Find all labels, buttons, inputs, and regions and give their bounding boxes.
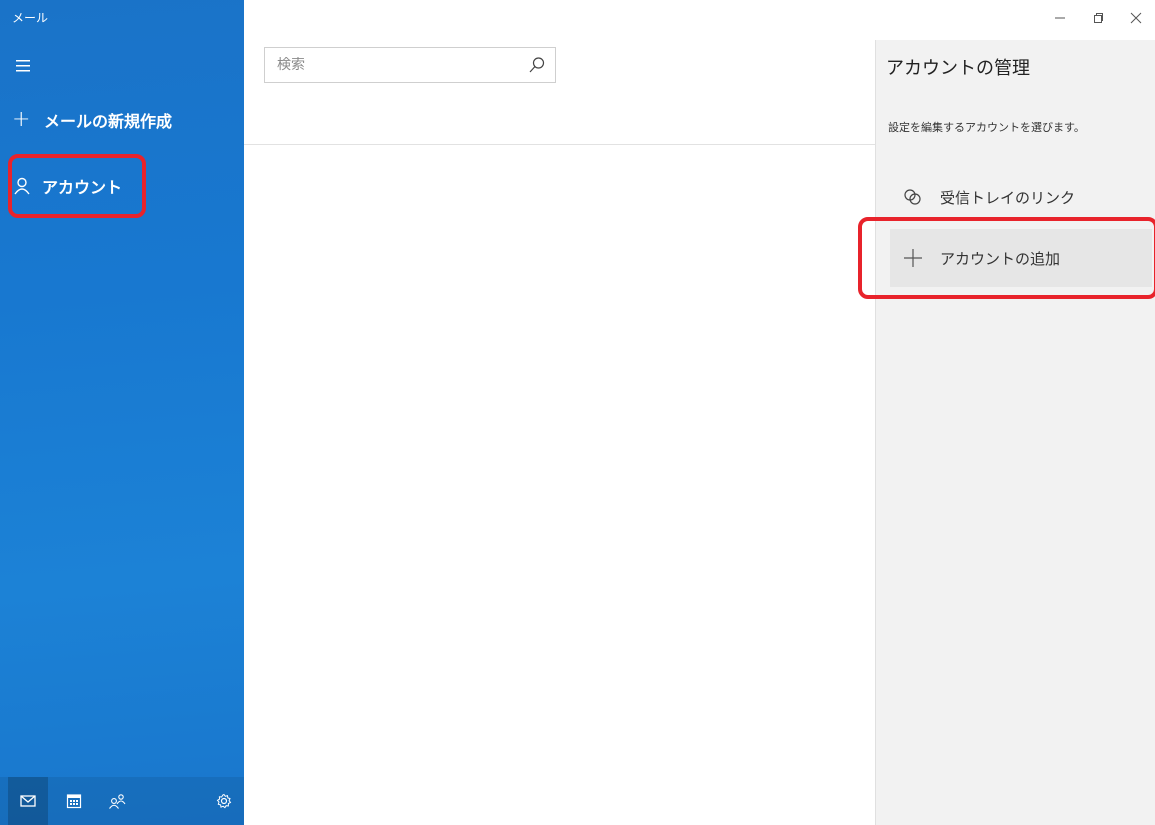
people-icon[interactable] — [98, 777, 138, 825]
app-switcher-bar — [0, 777, 244, 825]
accounts-highlight — [8, 154, 146, 218]
search-icon[interactable] — [527, 55, 547, 75]
new-mail-button[interactable]: + メールの新規作成 — [12, 104, 172, 136]
link-icon — [902, 186, 924, 208]
pane-subtitle: 設定を編集するアカウントを選びます。 — [888, 121, 1085, 134]
pane-title: アカウントの管理 — [886, 58, 1030, 79]
restore-icon[interactable] — [1079, 0, 1117, 36]
gear-icon[interactable] — [204, 777, 244, 825]
app-title: メール — [12, 11, 49, 25]
mail-icon[interactable] — [8, 777, 48, 825]
calendar-icon[interactable] — [54, 777, 94, 825]
plus-icon: + — [12, 107, 31, 132]
window-controls — [1041, 0, 1155, 36]
minimize-icon[interactable] — [1041, 0, 1079, 36]
nav-pane: メール + メールの新規作成 アカウント — [0, 0, 244, 825]
link-inboxes-label: 受信トレイのリンク — [940, 188, 1076, 207]
manage-accounts-pane: アカウントの管理 設定を編集するアカウントを選びます。 受信トレイのリンク アカ… — [875, 40, 1155, 825]
close-icon[interactable] — [1117, 0, 1155, 36]
add-account-highlight — [858, 217, 1155, 299]
new-mail-label: メールの新規作成 — [44, 112, 173, 131]
message-list-pane — [244, 0, 875, 825]
header-divider — [244, 144, 875, 145]
search-box[interactable] — [264, 47, 556, 83]
search-input[interactable] — [265, 57, 515, 73]
hamburger-icon[interactable] — [14, 56, 34, 76]
